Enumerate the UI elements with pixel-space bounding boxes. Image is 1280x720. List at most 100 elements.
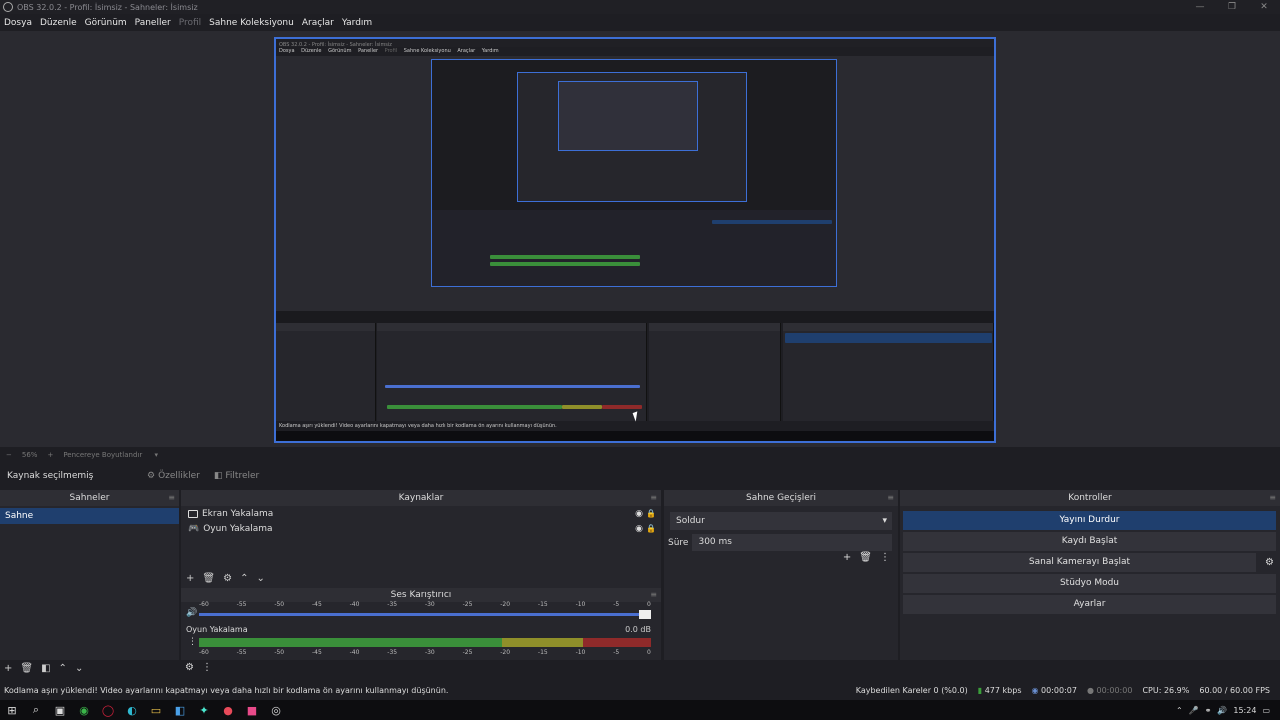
eye-icon[interactable]: ◉	[635, 509, 643, 519]
app-icon[interactable]: ■	[240, 700, 264, 720]
gear-icon[interactable]: ⚙	[223, 573, 232, 584]
notification-icon[interactable]: ▭	[1262, 706, 1270, 715]
chevron-up-icon[interactable]: ⌃	[59, 663, 67, 674]
close-button[interactable]: ✕	[1248, 0, 1280, 14]
zoom-in-button[interactable]: +	[47, 451, 53, 459]
menu-help[interactable]: Yardım	[342, 18, 372, 28]
search-icon[interactable]: ⌕	[24, 700, 48, 720]
tick-label: -45	[311, 601, 322, 608]
speaker-icon[interactable]: 🔊	[186, 608, 197, 618]
filter-icon[interactable]: ◧	[41, 663, 50, 674]
settings-button[interactable]: Ayarlar	[903, 595, 1276, 614]
menu-file[interactable]: Dosya	[4, 18, 32, 28]
dock-menu-icon[interactable]: ≡	[650, 490, 657, 506]
add-icon[interactable]: +	[4, 663, 12, 674]
stop-streaming-button[interactable]: Yayını Durdur	[903, 511, 1276, 530]
preview-panel-head	[783, 323, 993, 331]
whatsapp-icon[interactable]: ◉	[72, 700, 96, 720]
eye-icon[interactable]: ◉	[635, 524, 643, 534]
menu-view[interactable]: Görünüm	[85, 18, 127, 28]
obs-taskbar-icon[interactable]: ◎	[264, 700, 288, 720]
nested-preview-level-4	[558, 81, 698, 151]
menu-docks[interactable]: Paneller	[135, 18, 171, 28]
chevron-down-icon[interactable]: ⌄	[75, 663, 83, 674]
program-preview[interactable]: OBS 32.0.2 - Profil: İsimsiz - Sahneler:…	[274, 37, 996, 443]
volume-icon[interactable]: 🔊	[1217, 706, 1227, 715]
trash-icon[interactable]: 🗑	[20, 663, 33, 674]
tick-label: -25	[462, 601, 473, 608]
task-view-icon[interactable]: ▣	[48, 700, 72, 720]
preview-menu-item: Görünüm	[328, 48, 352, 54]
more-icon[interactable]: ⋮	[202, 662, 212, 673]
preview-menu-item: Profil	[384, 48, 398, 54]
network-icon[interactable]: ⚭	[1205, 706, 1212, 715]
more-icon[interactable]: ⋮	[188, 637, 197, 647]
filters-button[interactable]: ◧ Filtreler	[214, 471, 259, 481]
source-toolbar: Kaynak seçilmemiş ⚙ Özellikler ◧ Filtreler	[0, 464, 1280, 488]
lock-icon[interactable]: 🔒	[646, 509, 656, 518]
app-icon[interactable]: ●	[216, 700, 240, 720]
lock-icon[interactable]: 🔒	[646, 524, 656, 533]
file-explorer-icon[interactable]: ▭	[144, 700, 168, 720]
preview-meter-red	[602, 405, 642, 409]
source-name: Oyun Yakalama	[203, 523, 273, 534]
tick-label: -25	[462, 649, 473, 656]
more-icon[interactable]: ⋮	[880, 552, 890, 563]
properties-button[interactable]: ⚙ Özellikler	[147, 471, 200, 481]
transition-type-select[interactable]: Soldur ▾	[670, 512, 892, 530]
duration-input[interactable]: 300 ms	[692, 534, 892, 551]
scene-item[interactable]: Sahne	[0, 508, 179, 524]
start-virtual-camera-button[interactable]: Sanal Kamerayı Başlat	[903, 553, 1256, 572]
dock-menu-icon[interactable]: ≡	[887, 490, 894, 506]
virtual-camera-label: Sanal Kamerayı Başlat	[1028, 557, 1131, 567]
advanced-audio-icon[interactable]: ⚙	[185, 662, 194, 673]
chevron-up-icon[interactable]: ⌃	[240, 573, 248, 584]
controls-title: Kontroller	[1068, 493, 1112, 503]
app-icon[interactable]: ✦	[192, 700, 216, 720]
trash-icon[interactable]: 🗑	[202, 573, 215, 584]
preview-scenes-panel	[276, 323, 376, 423]
tick-label: -50	[274, 649, 285, 656]
preview-menu-item: Sahne Koleksiyonu	[403, 48, 451, 54]
tick-label: -30	[424, 601, 435, 608]
channel-db: 0.0 dB	[625, 625, 651, 634]
store-icon[interactable]: ◧	[168, 700, 192, 720]
menu-tools[interactable]: Araçlar	[302, 18, 334, 28]
virtual-camera-settings-gear-icon[interactable]: ⚙	[1265, 557, 1274, 568]
maximize-button[interactable]: ❐	[1216, 0, 1248, 14]
source-item[interactable]: Ekran Yakalama ◉ 🔒	[181, 506, 661, 521]
chevron-down-icon: ▾	[882, 516, 887, 526]
menu-scene-collection[interactable]: Sahne Koleksiyonu	[209, 18, 294, 28]
preview-meter-green	[387, 405, 562, 409]
windows-start-icon[interactable]: ⊞	[0, 700, 24, 720]
duration-value: 300 ms	[698, 537, 732, 547]
menu-profile[interactable]: Profil	[179, 18, 201, 28]
dock-menu-icon[interactable]: ≡	[1269, 490, 1276, 506]
title-bar: OBS 32.0.2 - Profil: İsimsiz - Sahneler:…	[0, 0, 1280, 14]
dock-menu-icon[interactable]: ≡	[650, 588, 657, 602]
tick-label: -10	[575, 601, 586, 608]
preview-panel-head	[276, 323, 375, 331]
add-icon[interactable]: +	[186, 573, 194, 584]
add-icon[interactable]: +	[843, 552, 851, 563]
chevron-down-icon[interactable]: ⌄	[256, 573, 264, 584]
clock[interactable]: 15:24	[1233, 706, 1256, 715]
trash-icon[interactable]: 🗑	[859, 552, 872, 563]
edge-icon[interactable]: ◐	[120, 700, 144, 720]
microphone-icon[interactable]: 🎤	[1189, 706, 1199, 715]
zoom-mode-dropdown[interactable]: Pencereye Boyutlandır ▾	[63, 451, 168, 459]
start-recording-button[interactable]: Kaydı Başlat	[903, 532, 1276, 551]
status-message: Kodlama aşırı yüklendi! Video ayarlarını…	[4, 686, 449, 695]
menu-edit[interactable]: Düzenle	[40, 18, 77, 28]
source-item[interactable]: 🎮 Oyun Yakalama ◉ 🔒	[181, 521, 661, 536]
dock-menu-icon[interactable]: ≡	[168, 490, 175, 506]
volume-handle[interactable]	[639, 610, 651, 619]
chevron-up-icon[interactable]: ⌃	[1176, 706, 1183, 715]
preview-transitions-panel	[649, 323, 781, 423]
studio-mode-button[interactable]: Stüdyo Modu	[903, 574, 1276, 593]
tick-label: -10	[575, 649, 586, 656]
minimize-button[interactable]: —	[1184, 0, 1216, 14]
opera-icon[interactable]: ◯	[96, 700, 120, 720]
master-volume-slider[interactable]	[199, 608, 651, 619]
zoom-out-button[interactable]: −	[6, 451, 12, 459]
